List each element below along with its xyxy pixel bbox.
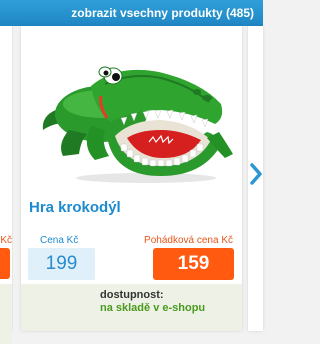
fairy-price-value: 159 xyxy=(153,248,234,280)
previous-fairy-price-box xyxy=(0,248,10,279)
chevron-right-icon[interactable] xyxy=(250,163,262,185)
product-image[interactable] xyxy=(21,26,242,196)
previous-price-label: Kč xyxy=(0,235,12,246)
product-card[interactable]: Hra krokodýl Cena Kč Pohádková cena Kč 1… xyxy=(21,26,242,331)
product-title[interactable]: Hra krokodýl xyxy=(29,199,121,216)
price-value: 199 xyxy=(28,248,95,280)
price-label: Cena Kč xyxy=(40,235,79,246)
previous-availability-box xyxy=(0,284,12,344)
crocodile-toy-image xyxy=(42,66,233,183)
previous-product-card[interactable]: Kč xyxy=(0,26,13,344)
availability-value: na skladě v e-shopu xyxy=(100,302,206,314)
fairy-price-label: Pohádková cena Kč xyxy=(144,235,233,246)
availability-box: dostupnost: na skladě v e-shopu xyxy=(21,284,242,331)
all-products-link[interactable]: zobrazit vsechny produkty (485) xyxy=(0,0,263,26)
availability-label: dostupnost: xyxy=(100,289,164,301)
